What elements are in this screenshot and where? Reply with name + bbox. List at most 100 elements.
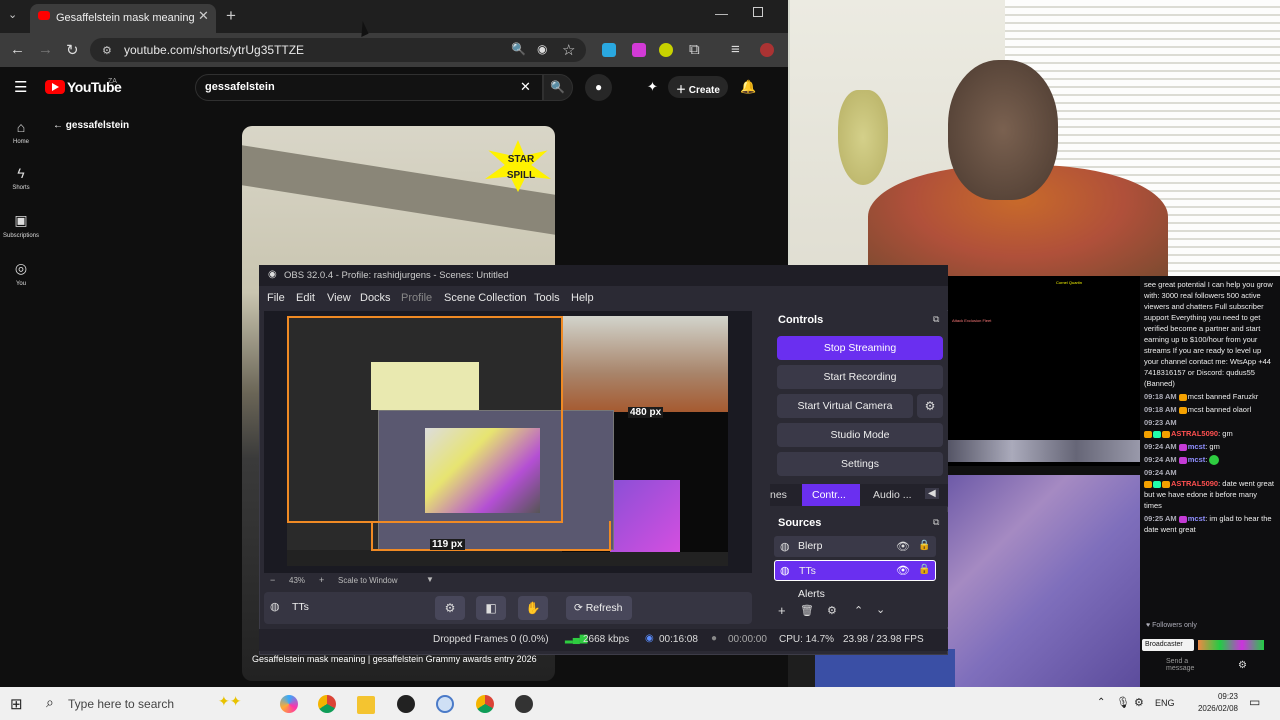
menu-scene-collection[interactable]: Scene Collection: [444, 292, 527, 304]
create-button[interactable]: ＋ Create: [668, 76, 728, 98]
menu-tools[interactable]: Tools: [534, 292, 560, 304]
obs-taskbar-icon[interactable]: [397, 695, 415, 713]
move-up-chevron-icon[interactable]: ⌃: [854, 604, 863, 617]
source-selection-box[interactable]: [287, 316, 563, 523]
sidebar-item-you[interactable]: ◎ You: [0, 260, 42, 287]
settings-button[interactable]: Settings: [777, 452, 943, 476]
notifications-icon[interactable]: ▭: [1249, 695, 1260, 709]
extension-icon[interactable]: [632, 43, 646, 57]
zoom-icon[interactable]: 🔍: [511, 42, 526, 56]
zoom-in-icon[interactable]: +: [319, 575, 324, 585]
source-item-alerts[interactable]: Alerts: [774, 584, 936, 598]
taskbar-search-input[interactable]: Type here to search: [68, 697, 174, 711]
clear-search-icon[interactable]: ✕: [520, 79, 531, 95]
chrome-icon[interactable]: [318, 695, 336, 713]
menu-profile[interactable]: Profile: [401, 292, 432, 304]
snipping-tool-icon[interactable]: [436, 695, 454, 713]
app-icon[interactable]: [515, 695, 533, 713]
interact-hand-icon[interactable]: ✋: [518, 596, 548, 620]
visibility-eye-icon[interactable]: 👁: [896, 540, 910, 553]
zoom-out-icon[interactable]: −: [270, 575, 275, 585]
menu-docks[interactable]: Docks: [360, 292, 391, 304]
plus-icon: ＋: [676, 85, 689, 96]
extension-icon[interactable]: [602, 43, 616, 57]
bookmark-star-icon[interactable]: ☆: [562, 41, 575, 59]
menu-edit[interactable]: Edit: [296, 292, 315, 304]
close-tab-icon[interactable]: ✕: [198, 8, 209, 24]
cast-sparkle-icon[interactable]: ✦: [647, 79, 658, 95]
reload-icon[interactable]: ↻: [66, 41, 79, 59]
move-down-chevron-icon[interactable]: ⌄: [876, 603, 885, 616]
notifications-bell-icon[interactable]: 🔔: [740, 79, 756, 95]
windows-start-icon[interactable]: ⊞: [10, 695, 23, 713]
chat-settings-icon[interactable]: ⚙: [1238, 660, 1247, 671]
menu-view[interactable]: View: [327, 292, 351, 304]
forward-arrow-icon[interactable]: →: [38, 41, 53, 58]
network-icon[interactable]: ⚙: [1134, 696, 1144, 709]
source-item-tts[interactable]: TTs: [774, 560, 936, 581]
source-selection-box[interactable]: [371, 521, 611, 551]
browser-tab[interactable]: Gesaffelstein mask meaning: [30, 4, 216, 33]
height-guide-label: 119 px: [430, 539, 465, 550]
sidebar-item-shorts[interactable]: ϟ Shorts: [0, 165, 42, 191]
menu-file[interactable]: File: [267, 292, 285, 304]
back-to-search[interactable]: ← gessafelstein: [53, 120, 129, 131]
reading-list-icon[interactable]: ≡: [731, 41, 740, 58]
scale-mode-select[interactable]: Scale to Window: [338, 576, 398, 585]
source-properties-gear-icon[interactable]: ⚙: [827, 604, 837, 617]
tab-audio-mixer[interactable]: Audio ...: [873, 489, 912, 501]
lock-icon[interactable]: 🔒: [918, 540, 930, 551]
minimize-icon[interactable]: —: [715, 6, 728, 21]
extensions-puzzle-icon[interactable]: ⧉: [689, 41, 700, 58]
visibility-eye-icon[interactable]: 👁: [896, 564, 910, 577]
undock-icon[interactable]: ⧉: [933, 314, 939, 325]
windows-taskbar: [0, 687, 1280, 720]
refresh-button[interactable]: ⟳ Refresh: [566, 596, 632, 620]
undock-icon[interactable]: ⧉: [933, 517, 939, 528]
add-source-plus-icon[interactable]: +: [778, 603, 786, 618]
send-message-input[interactable]: Send a message: [1166, 658, 1216, 678]
sidebar-item-home[interactable]: ⌂ Home: [0, 119, 42, 145]
studio-mode-button[interactable]: Studio Mode: [777, 423, 943, 447]
copilot-icon[interactable]: [280, 695, 298, 713]
system-clock[interactable]: 09:23 2026/02/08: [1186, 691, 1238, 715]
site-info-icon[interactable]: ⚙: [102, 44, 112, 57]
fps: 23.98 / 23.98 FPS: [843, 634, 924, 645]
profile-avatar[interactable]: [760, 43, 774, 57]
start-recording-button[interactable]: Start Recording: [777, 365, 943, 389]
extension-icon[interactable]: [659, 43, 673, 57]
show-hidden-icons-chevron-icon[interactable]: ⌃: [1097, 697, 1105, 708]
tab-controls[interactable]: Contr...: [802, 484, 860, 506]
obs-logo-icon: ◉: [268, 269, 277, 280]
chat-message: 09:24 AM ASTRAL5090: date went great but …: [1144, 468, 1274, 511]
source-filters-icon[interactable]: ◧: [476, 596, 506, 620]
language-indicator[interactable]: ENG: [1155, 698, 1175, 708]
remove-source-trash-icon[interactable]: 🗑: [800, 604, 814, 617]
eye-slash-icon[interactable]: ◉: [537, 42, 547, 56]
lock-icon[interactable]: 🔒: [918, 564, 930, 575]
start-virtual-camera-button[interactable]: Start Virtual Camera: [777, 394, 913, 418]
back-arrow-icon[interactable]: ←: [10, 41, 25, 58]
emote-row[interactable]: [1198, 640, 1264, 650]
microphone-icon[interactable]: 🎙: [1116, 696, 1130, 709]
search-highlight-icon[interactable]: ✦✦: [218, 693, 241, 710]
url-text[interactable]: youtube.com/shorts/ytrUg35TTZE: [124, 43, 304, 57]
menu-hamburger-icon[interactable]: ☰: [14, 78, 27, 96]
source-properties-gear-icon[interactable]: ⚙: [435, 596, 465, 620]
sidebar-item-subscriptions[interactable]: ▣ Subscriptions: [0, 212, 42, 239]
chevron-down-icon[interactable]: ▼: [426, 575, 434, 584]
maximize-icon[interactable]: [753, 7, 763, 17]
source-item-blerp[interactable]: Blerp: [774, 536, 936, 557]
tab-scroll-left-icon[interactable]: ◀: [925, 488, 939, 499]
chrome-icon[interactable]: [476, 695, 494, 713]
file-explorer-icon[interactable]: [357, 696, 375, 714]
new-tab-plus-icon[interactable]: +: [226, 6, 236, 26]
short-caption[interactable]: Gesaffelstein mask meaning | gesaffelste…: [252, 654, 552, 664]
refresh-icon: ⟳: [574, 602, 586, 614]
menu-help[interactable]: Help: [571, 292, 594, 304]
virtual-camera-settings-gear-icon[interactable]: ⚙: [917, 394, 943, 418]
tab-scenes[interactable]: nes: [770, 489, 787, 501]
stop-streaming-button[interactable]: Stop Streaming: [777, 336, 943, 360]
tab-search-chevron-icon[interactable]: ⌄: [8, 8, 17, 21]
search-query-text[interactable]: gessafelstein: [205, 81, 275, 93]
